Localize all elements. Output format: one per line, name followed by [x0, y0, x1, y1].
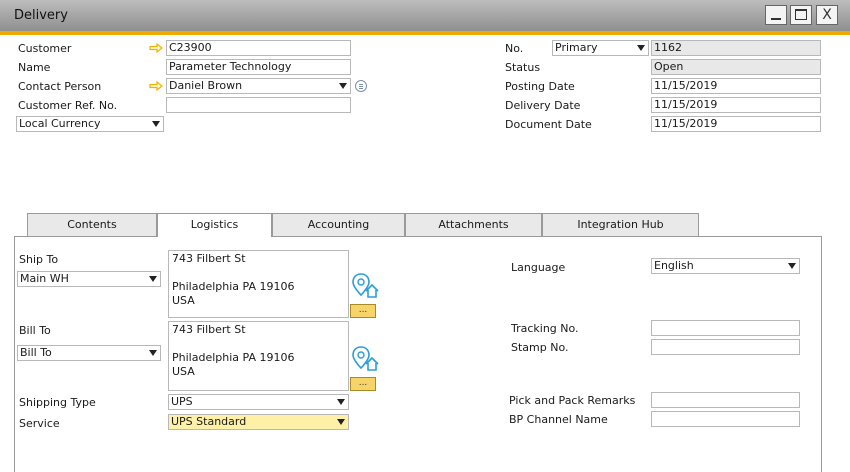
minimize-button[interactable]: [765, 5, 787, 25]
series-select[interactable]: Primary: [552, 40, 649, 56]
document-date-label: Document Date: [505, 118, 592, 131]
language-select[interactable]: English: [651, 258, 800, 274]
service-label: Service: [19, 417, 60, 430]
address-line: 743 Filbert St: [172, 323, 246, 336]
tab-logistics[interactable]: Logistics: [157, 213, 272, 237]
ship-to-select[interactable]: Main WH: [17, 271, 161, 287]
customer-label: Customer: [18, 42, 72, 55]
address-line: Philadelphia PA 19106: [172, 280, 295, 293]
bp-channel-name-field[interactable]: [651, 411, 800, 427]
window-titlebar: Delivery X: [0, 0, 850, 31]
stamp-no-field[interactable]: [651, 339, 800, 355]
link-arrow-icon[interactable]: [149, 43, 163, 53]
accent-bar: [0, 31, 850, 35]
chevron-down-icon: [788, 263, 796, 269]
customer-ref-field[interactable]: [166, 97, 351, 113]
ship-to-label: Ship To: [19, 253, 59, 266]
tracking-no-label: Tracking No.: [511, 322, 579, 335]
bill-to-select-value: Bill To: [20, 346, 52, 359]
name-field[interactable]: Parameter Technology: [166, 59, 351, 75]
window-title: Delivery: [14, 8, 68, 23]
number-label: No.: [505, 42, 524, 55]
status-label: Status: [505, 61, 541, 74]
stamp-no-label: Stamp No.: [511, 341, 569, 354]
address-line: [172, 337, 345, 351]
document-number-field[interactable]: 1162: [651, 40, 821, 56]
list-icon[interactable]: [355, 80, 367, 92]
service-value: UPS Standard: [171, 415, 247, 428]
location-home-icon[interactable]: [351, 345, 379, 373]
address-line: USA: [172, 294, 195, 307]
shipping-type-select[interactable]: UPS: [168, 394, 349, 410]
address-line: [172, 266, 345, 280]
contact-person-select[interactable]: Daniel Brown: [166, 78, 351, 94]
close-button[interactable]: X: [816, 5, 838, 25]
tracking-no-field[interactable]: [651, 320, 800, 336]
language-value: English: [654, 259, 694, 272]
maximize-button[interactable]: [790, 5, 812, 25]
contact-person-label: Contact Person: [18, 80, 102, 93]
chevron-down-icon: [149, 350, 157, 356]
pick-pack-remarks-label: Pick and Pack Remarks: [509, 394, 636, 407]
shipping-type-label: Shipping Type: [19, 396, 96, 409]
address-line: Philadelphia PA 19106: [172, 351, 295, 364]
status-field: Open: [651, 59, 821, 75]
minimize-icon: [771, 18, 781, 20]
posting-date-label: Posting Date: [505, 80, 575, 93]
currency-select[interactable]: Local Currency: [16, 116, 164, 132]
chevron-down-icon: [149, 276, 157, 282]
ship-to-address[interactable]: 743 Filbert St Philadelphia PA 19106 USA: [168, 250, 349, 318]
maximize-icon: [795, 9, 807, 20]
service-select[interactable]: UPS Standard: [168, 414, 349, 430]
tab-accounting[interactable]: Accounting: [272, 213, 405, 236]
link-arrow-icon[interactable]: [149, 81, 163, 91]
close-icon: X: [822, 7, 832, 23]
language-label: Language: [511, 261, 566, 274]
chevron-down-icon: [152, 121, 160, 127]
bp-channel-name-label: BP Channel Name: [509, 413, 608, 426]
delivery-date-label: Delivery Date: [505, 99, 581, 112]
tab-contents[interactable]: Contents: [27, 213, 157, 236]
chevron-down-icon: [339, 83, 347, 89]
series-value: Primary: [555, 41, 598, 54]
contact-person-value: Daniel Brown: [169, 79, 243, 92]
chevron-down-icon: [637, 45, 645, 51]
customer-ref-label: Customer Ref. No.: [18, 99, 118, 112]
bill-to-more-button[interactable]: ...: [350, 377, 376, 391]
chevron-down-icon: [337, 399, 345, 405]
ship-to-select-value: Main WH: [20, 272, 69, 285]
tab-attachments[interactable]: Attachments: [405, 213, 542, 236]
address-line: 743 Filbert St: [172, 252, 246, 265]
bill-to-select[interactable]: Bill To: [17, 345, 161, 361]
delivery-date-field[interactable]: 11/15/2019: [651, 97, 821, 113]
chevron-down-icon: [337, 419, 345, 425]
document-date-field[interactable]: 11/15/2019: [651, 116, 821, 132]
customer-field[interactable]: C23900: [166, 40, 351, 56]
shipping-type-value: UPS: [171, 395, 193, 408]
posting-date-field[interactable]: 11/15/2019: [651, 78, 821, 94]
bill-to-address[interactable]: 743 Filbert St Philadelphia PA 19106 USA: [168, 321, 349, 391]
tab-integration-hub[interactable]: Integration Hub: [542, 213, 699, 236]
location-home-icon[interactable]: [351, 272, 379, 300]
pick-pack-remarks-field[interactable]: [651, 392, 800, 408]
currency-value: Local Currency: [19, 117, 101, 130]
address-line: USA: [172, 365, 195, 378]
bill-to-label: Bill To: [19, 324, 51, 337]
ship-to-more-button[interactable]: ...: [350, 304, 376, 318]
name-label: Name: [18, 61, 51, 74]
